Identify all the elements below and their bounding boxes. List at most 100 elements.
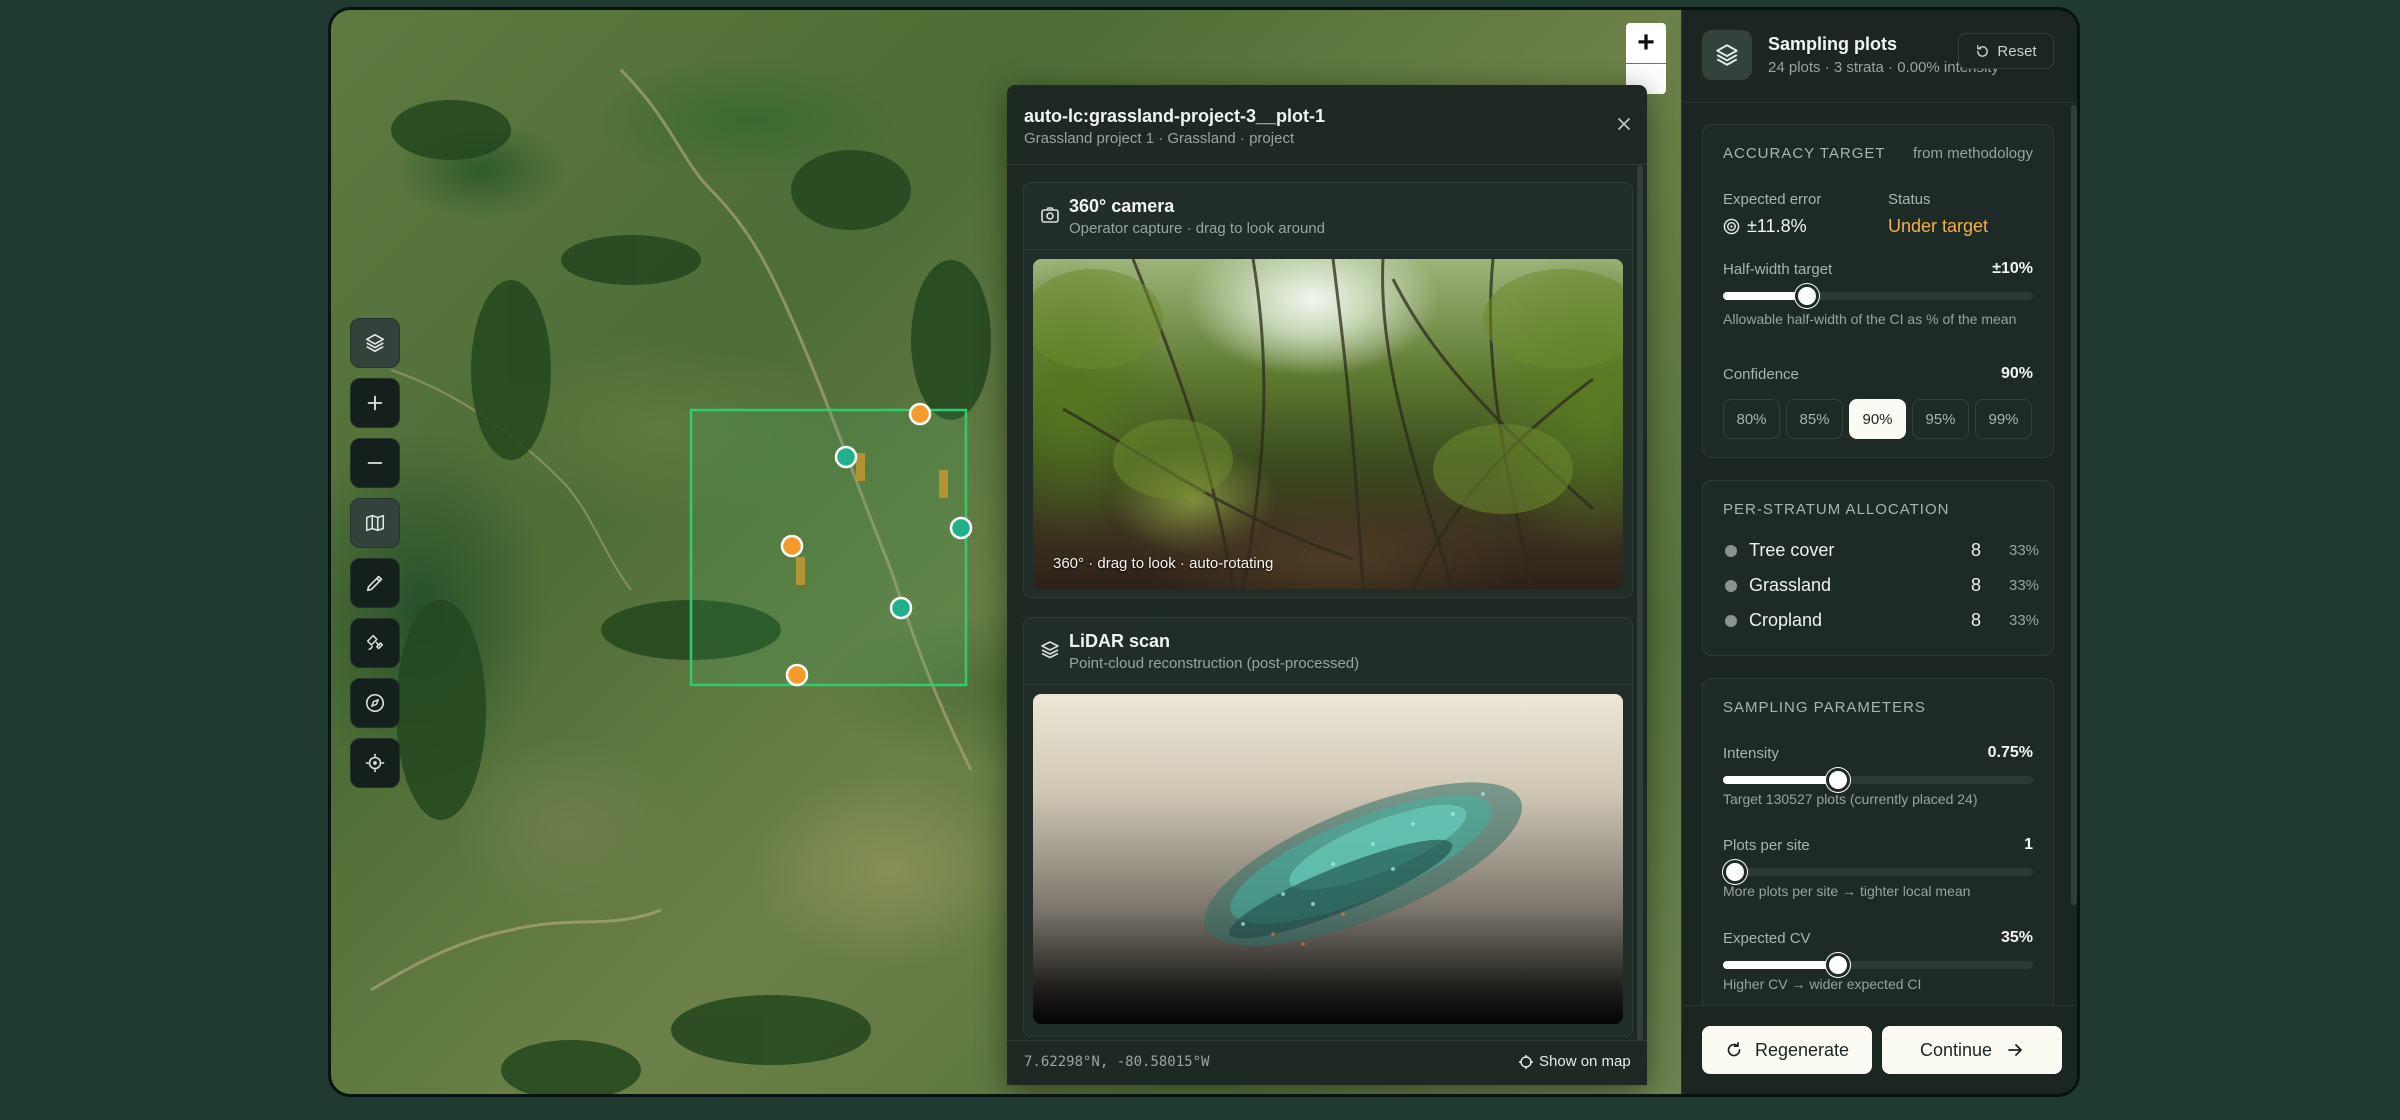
strata-heading: Per-stratum allocation xyxy=(1723,501,1950,518)
plots-per-site-value: 1 xyxy=(2024,836,2033,853)
plot-marker[interactable] xyxy=(949,516,973,540)
stratum-percent: 33% xyxy=(2009,542,2040,559)
accuracy-heading: Accuracy target xyxy=(1723,145,1886,162)
confidence-chip[interactable]: 99% xyxy=(1975,399,2032,439)
lidar-card: LiDAR scan Point-cloud reconstruction (p… xyxy=(1023,617,1633,1037)
confidence-chip[interactable]: 80% xyxy=(1723,399,1780,439)
plot-detail-header: auto-lc:grassland-project-3__plot-1 Gras… xyxy=(1007,85,1647,165)
continue-button[interactable]: Continue xyxy=(1882,1026,2062,1074)
sidebar-footer: Regenerate Continue xyxy=(1682,1005,2077,1094)
stratum-color-dot xyxy=(1725,545,1737,557)
intensity-hint: Target 130527 plots (currently placed 24… xyxy=(1723,791,1978,807)
point-cloud-image xyxy=(1204,782,1522,946)
minus-icon xyxy=(367,462,383,464)
detail-scrollbar[interactable] xyxy=(1637,165,1643,1045)
expected-cv-slider[interactable] xyxy=(1723,953,2033,977)
stratum-count: 8 xyxy=(1971,610,1982,630)
confidence-chip[interactable]: 85% xyxy=(1786,399,1843,439)
intensity-slider[interactable] xyxy=(1723,768,2033,792)
sidebar-header: Sampling plots 24 plots · 3 strata · 0.0… xyxy=(1682,10,2077,103)
site-boundary[interactable] xyxy=(689,408,968,687)
zoom-out-button[interactable] xyxy=(350,438,400,488)
expected-error-label: Expected error xyxy=(1723,191,1822,208)
point-cloud-viewer[interactable] xyxy=(1033,694,1623,1024)
plot-coordinates: 7.62298°N, -80.58015°W xyxy=(1024,1054,1210,1070)
reset-icon xyxy=(1977,44,1989,57)
confidence-chip[interactable]: 95% xyxy=(1912,399,1969,439)
map-zoom-in[interactable]: + xyxy=(1626,23,1666,63)
show-on-map-link[interactable]: Show on map xyxy=(1519,1053,1631,1070)
layers-icon xyxy=(1716,44,1738,66)
stratum-row-grassland[interactable]: Grassland 8 33% xyxy=(1723,571,2039,601)
slider-handle[interactable] xyxy=(1825,768,1850,792)
plots-per-site-slider[interactable] xyxy=(1723,860,2033,884)
pen-icon xyxy=(366,575,383,592)
locate-button[interactable] xyxy=(350,738,400,788)
panorama-caption: 360° · drag to look · auto-rotating xyxy=(1053,555,1274,572)
slider-handle[interactable] xyxy=(1723,860,1748,884)
expected-cv-hint: Higher CV → wider expected CI xyxy=(1723,976,1922,992)
accuracy-source: from methodology xyxy=(1912,145,2033,162)
intensity-label: Intensity xyxy=(1723,745,1779,762)
sidebar-logo xyxy=(1702,30,1752,80)
sampling-sidebar: Sampling plots 24 plots · 3 strata · 0.0… xyxy=(1681,10,2077,1094)
sidebar-scrollbar[interactable] xyxy=(2071,105,2077,905)
plots-per-site-hint: More plots per site → tighter local mean xyxy=(1723,883,1971,899)
reset-label: Reset xyxy=(1997,42,2037,60)
satellite-button[interactable] xyxy=(350,618,400,668)
plot-detail-subtitle: Grassland project 1 · Grassland · projec… xyxy=(1024,130,1295,147)
lidar-card-title: LiDAR scan xyxy=(1069,631,1171,651)
basemap-button[interactable] xyxy=(350,498,400,548)
slider-handle[interactable] xyxy=(1794,284,1819,308)
show-on-map-label: Show on map xyxy=(1539,1053,1631,1070)
stratum-name: Cropland xyxy=(1749,610,1823,630)
stratum-name: Grassland xyxy=(1749,575,1832,595)
stratum-row-cropland[interactable]: Cropland 8 33% xyxy=(1723,606,2039,636)
regenerate-button[interactable]: Regenerate xyxy=(1702,1026,1872,1074)
slider-fill xyxy=(1723,961,1838,969)
camera-card-header: 360° camera Operator capture · drag to l… xyxy=(1024,183,1632,250)
camera-card-subtitle: Operator capture · drag to look around xyxy=(1069,220,1325,237)
continue-label: Continue xyxy=(1919,1039,1993,1060)
plot-marker[interactable] xyxy=(834,445,858,469)
forest-panorama-image xyxy=(1033,259,1623,589)
compass-button[interactable] xyxy=(350,678,400,728)
slider-fill xyxy=(1723,776,1838,784)
plot-marker[interactable] xyxy=(780,534,804,558)
layers-button[interactable] xyxy=(350,318,400,368)
stratum-color-dot xyxy=(1725,580,1737,592)
strata-allocation-panel: Per-stratum allocation Tree cover 8 33% … xyxy=(1702,480,2054,656)
slider-handle[interactable] xyxy=(1825,953,1850,977)
camera-icon xyxy=(1041,207,1059,223)
stratum-percent: 33% xyxy=(2009,577,2040,594)
plot-detail-footer: 7.62298°N, -80.58015°W Show on map xyxy=(1007,1040,1647,1085)
locate-icon xyxy=(365,753,385,773)
expected-cv-label: Expected CV xyxy=(1723,930,1811,947)
stratum-row-tree-cover[interactable]: Tree cover 8 33% xyxy=(1723,536,2039,566)
map-view[interactable]: + auto-lc:grassland-project-3__plot-1 Gr… xyxy=(331,10,1681,1094)
plot-marker[interactable] xyxy=(785,663,809,687)
reset-button[interactable]: Reset xyxy=(1958,33,2054,69)
half-width-slider[interactable] xyxy=(1723,284,2033,308)
confidence-label: Confidence xyxy=(1723,366,1799,383)
half-width-label: Half-width target xyxy=(1723,261,1833,278)
accuracy-target-panel: Accuracy target from methodology Expecte… xyxy=(1702,124,2054,458)
confidence-chip[interactable]: 90% xyxy=(1849,399,1906,439)
plot-marker[interactable] xyxy=(889,596,913,620)
crosshair-icon xyxy=(1519,1054,1533,1069)
target-icon xyxy=(1723,218,1740,235)
close-icon[interactable] xyxy=(1615,115,1633,133)
panorama-viewer[interactable]: 360° · drag to look · auto-rotating xyxy=(1033,259,1623,589)
stratum-count: 8 xyxy=(1971,540,1982,560)
plot-marker[interactable] xyxy=(908,402,932,426)
sampling-parameters-panel: Sampling parameters Intensity 0.75% Targ… xyxy=(1702,678,2054,1038)
plus-icon xyxy=(367,395,383,411)
draw-button[interactable] xyxy=(350,558,400,608)
compass-icon xyxy=(365,693,385,713)
confidence-options: 80% 85% 90% 95% 99% xyxy=(1723,399,2038,439)
layers-icon xyxy=(365,333,385,353)
zoom-in-button[interactable] xyxy=(350,378,400,428)
expected-cv-value: 35% xyxy=(2000,929,2033,946)
camera-card-title: 360° camera xyxy=(1069,196,1175,216)
regenerate-label: Regenerate xyxy=(1754,1039,1850,1060)
